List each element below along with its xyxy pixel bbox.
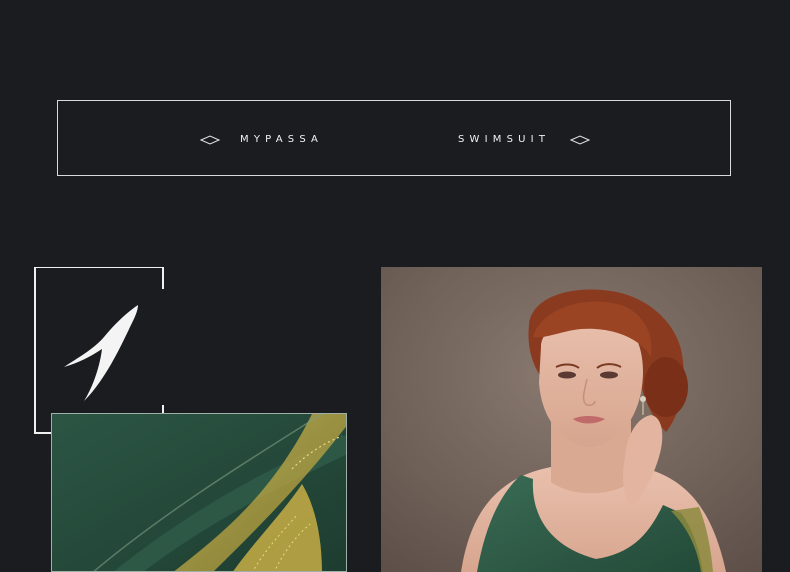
brand-banner: MYPASSA SWIMSUIT — [57, 100, 731, 176]
fabric-detail-image — [51, 413, 347, 572]
product-page: MYPASSA SWIMSUIT 1 — [0, 0, 790, 572]
product-category: SWIMSUIT — [458, 134, 551, 145]
diamond-icon — [200, 135, 220, 145]
model-photo — [381, 267, 762, 572]
diamond-icon — [570, 135, 590, 145]
brand-name: MYPASSA — [240, 134, 324, 145]
section-number-glyph — [64, 305, 138, 401]
section-number-frame: 1 — [34, 267, 165, 434]
